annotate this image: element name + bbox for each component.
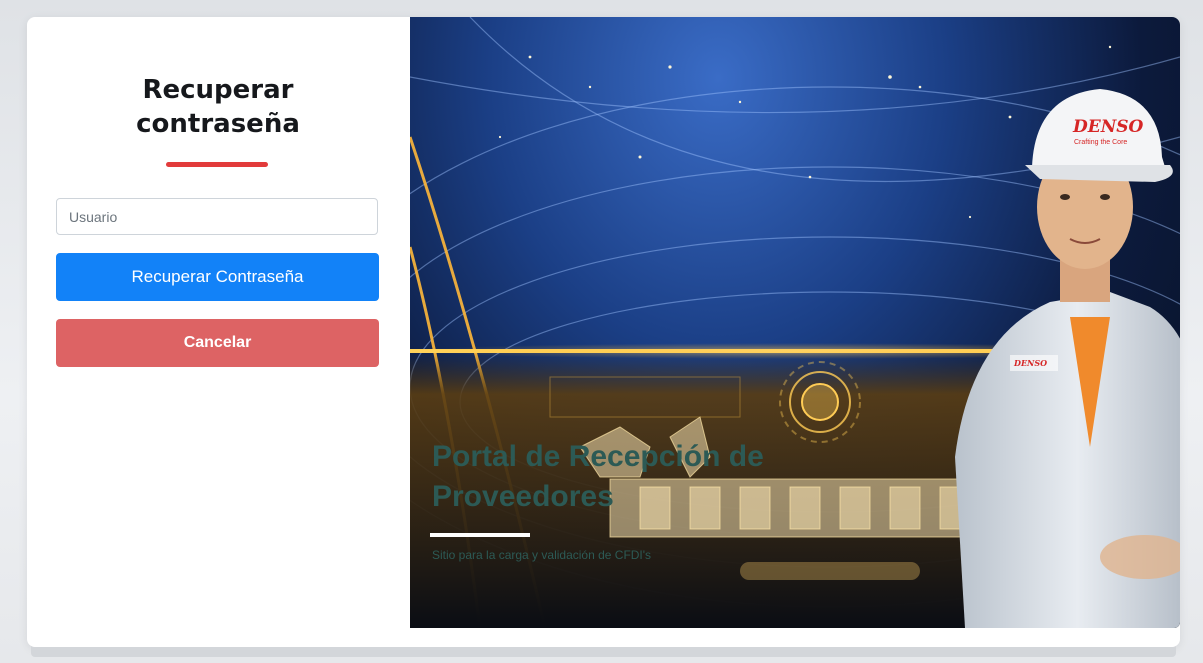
hero-subtitle: Sitio para la carga y validación de CFDI… (432, 548, 652, 562)
city-lights (498, 45, 1112, 219)
recovery-panel: Recuperar contraseña Recuperar Contraseñ… (27, 17, 409, 647)
hero-image-panel: DENSO Crafting the Core DENSO Portal de … (410, 17, 1180, 628)
conveyor-pill (740, 562, 920, 580)
title-line-2: contraseña (136, 109, 300, 139)
worker-figure (955, 89, 1180, 628)
title-underline (166, 162, 268, 167)
coat-logo: DENSO (1013, 358, 1047, 368)
username-input[interactable] (56, 198, 378, 235)
hero-title: Portal de Recepción de Proveedores (432, 440, 764, 513)
hero-title-underline (430, 533, 530, 537)
cap-logo-tagline: Crafting the Core (1074, 139, 1127, 146)
recovery-card: Recuperar contraseña Recuperar Contraseñ… (27, 17, 1180, 647)
recover-password-button[interactable]: Recuperar Contraseña (56, 253, 379, 301)
cap-logo: DENSO (1072, 117, 1144, 137)
cancel-button[interactable]: Cancelar (56, 319, 379, 367)
page-title: Recuperar contraseña (87, 73, 349, 141)
title-line-1: Recuperar (142, 75, 294, 105)
